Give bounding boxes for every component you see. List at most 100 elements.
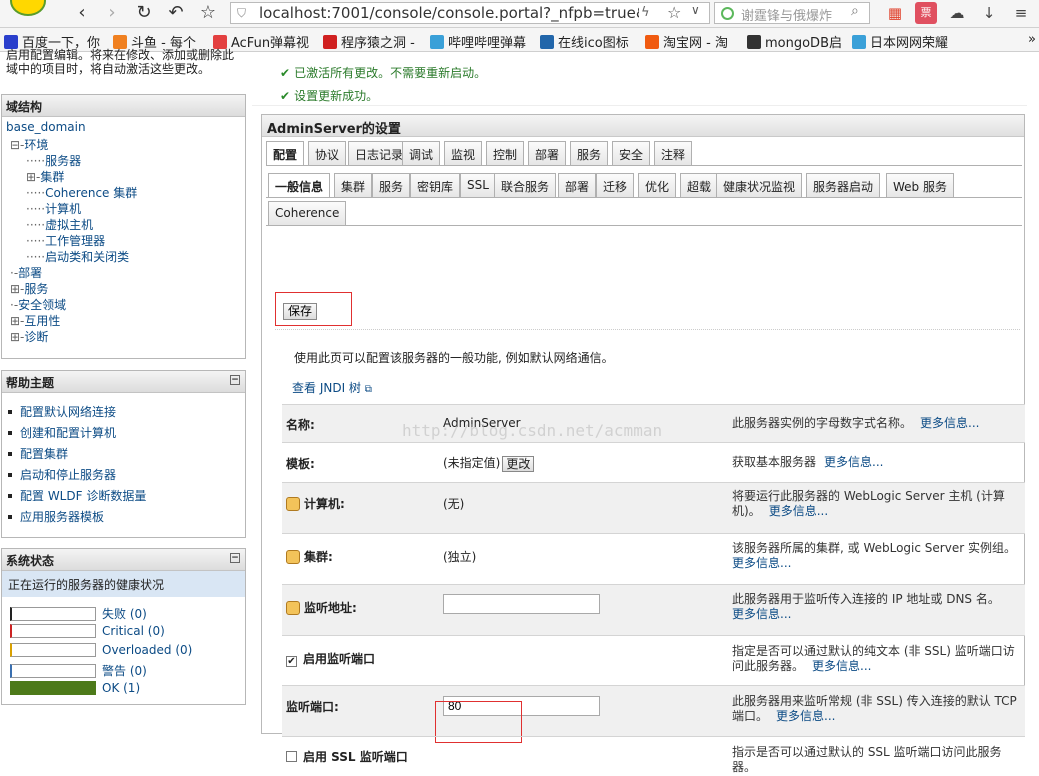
- chevron-down-icon[interactable]: ∨: [691, 3, 700, 17]
- more-info-link[interactable]: 更多信息...: [732, 556, 791, 570]
- bookmark-item[interactable]: 日本网网荣耀: [852, 32, 948, 51]
- secondary-tab[interactable]: 服务器启动: [806, 173, 881, 197]
- tree-node-label[interactable]: 计算机: [45, 202, 81, 216]
- tree-node[interactable]: ·····启动类和关闭类: [26, 248, 129, 265]
- more-info-link[interactable]: 更多信息...: [776, 709, 835, 723]
- secondary-tab[interactable]: 部署: [558, 173, 597, 197]
- bookmark-item[interactable]: 在线ico图标: [540, 32, 629, 51]
- tree-node[interactable]: ·····Coherence 集群: [26, 184, 137, 201]
- more-info-link[interactable]: 更多信息...: [920, 416, 979, 430]
- more-info-link[interactable]: 更多信息...: [769, 504, 828, 518]
- help-topic-link[interactable]: 应用服务器模板: [8, 508, 104, 525]
- primary-tab[interactable]: 配置: [266, 141, 305, 165]
- tree-node-label[interactable]: 集群: [40, 170, 64, 184]
- secondary-tab[interactable]: SSL: [460, 173, 496, 197]
- tree-node-label[interactable]: 虚拟主机: [45, 218, 93, 232]
- bookmark-item[interactable]: 淘宝网 - 淘: [645, 32, 728, 51]
- secondary-tab[interactable]: 密钥库: [410, 173, 461, 197]
- tree-node-label[interactable]: 服务: [24, 282, 48, 296]
- forward-icon[interactable]: ›: [100, 2, 124, 24]
- status-label[interactable]: 警告 (0): [102, 664, 147, 678]
- jndi-tree-link[interactable]: 查看 JNDI 树 ⧉: [292, 379, 372, 396]
- undo-icon[interactable]: ↶: [164, 2, 188, 24]
- change-template-button[interactable]: 更改: [502, 455, 535, 472]
- lightning-icon[interactable]: ϟ: [641, 5, 650, 20]
- tree-node-label[interactable]: 服务器: [45, 154, 81, 168]
- primary-tab[interactable]: 调试: [402, 141, 441, 165]
- primary-tab[interactable]: 日志记录: [348, 141, 411, 165]
- primary-tab[interactable]: 服务: [570, 141, 609, 165]
- primary-tab[interactable]: 安全: [612, 141, 651, 165]
- favorite-star-icon[interactable]: ☆: [196, 2, 220, 24]
- search-icon[interactable]: ⌕: [851, 3, 859, 19]
- search-box[interactable]: 谢霆锋与俄爆炸 ⌕: [714, 2, 870, 24]
- secondary-tab[interactable]: 服务: [372, 173, 411, 197]
- listen-address-input[interactable]: [443, 594, 600, 614]
- help-topic-label[interactable]: 创建和配置计算机: [20, 426, 116, 440]
- secondary-tab[interactable]: 迁移: [596, 173, 635, 197]
- ssl-port-enabled-checkbox[interactable]: [286, 751, 297, 762]
- primary-tab[interactable]: 控制: [486, 141, 525, 165]
- tree-node[interactable]: ·····虚拟主机: [26, 216, 93, 233]
- bookmark-label[interactable]: 程序猿之洞 -: [341, 36, 415, 51]
- more-info-link[interactable]: 更多信息...: [732, 607, 791, 621]
- secondary-tab[interactable]: 集群: [334, 173, 373, 197]
- tree-node-label[interactable]: 诊断: [24, 330, 48, 344]
- tree-node[interactable]: ·-安全领域: [10, 296, 66, 313]
- reload-icon[interactable]: ↻: [132, 2, 156, 24]
- tree-node-label[interactable]: 互用性: [24, 314, 60, 328]
- status-label[interactable]: Overloaded (0): [102, 643, 192, 657]
- bookmark-item[interactable]: 程序猿之洞 -: [323, 32, 415, 51]
- tree-node-label[interactable]: 工作管理器: [45, 234, 105, 248]
- tree-node-label[interactable]: 环境: [24, 138, 48, 152]
- tree-node[interactable]: ·····计算机: [26, 200, 81, 217]
- help-topic-link[interactable]: 配置 WLDF 诊断数据量: [8, 487, 146, 504]
- more-info-link[interactable]: 更多信息...: [812, 659, 871, 673]
- help-topic-label[interactable]: 配置集群: [20, 447, 68, 461]
- help-topic-label[interactable]: 配置默认网络连接: [20, 405, 116, 419]
- cloud-icon[interactable]: ☁: [946, 2, 968, 24]
- bookmark-label[interactable]: 日本网网荣耀: [870, 36, 948, 51]
- tree-node[interactable]: ⊟-环境: [10, 136, 48, 153]
- secondary-tab[interactable]: 健康状况监视: [716, 173, 803, 197]
- address-bar[interactable]: ⛉ localhost:7001/console/console.portal?…: [230, 2, 710, 24]
- help-topic-label[interactable]: 启动和停止服务器: [20, 468, 116, 482]
- tree-node[interactable]: ·····工作管理器: [26, 232, 105, 249]
- apps-grid-icon[interactable]: ▦: [884, 2, 906, 24]
- bookmark-item[interactable]: mongoDB启: [747, 32, 842, 51]
- external-link-icon[interactable]: ⧉: [365, 384, 372, 395]
- tree-node[interactable]: ⊞-服务: [10, 280, 48, 297]
- url-text[interactable]: localhost:7001/console/console.portal?_n…: [259, 4, 639, 22]
- status-label[interactable]: Critical (0): [102, 624, 165, 638]
- tree-node-label[interactable]: 部署: [18, 266, 42, 280]
- menu-icon[interactable]: ≡: [1010, 2, 1032, 24]
- help-topic-link[interactable]: 启动和停止服务器: [8, 466, 116, 483]
- coupon-icon[interactable]: 票: [915, 2, 937, 24]
- tree-node[interactable]: ⊞-互用性: [10, 312, 60, 329]
- download-icon[interactable]: ↓: [978, 2, 1000, 24]
- bookmark-label[interactable]: mongoDB启: [765, 36, 842, 51]
- bookmark-item[interactable]: 哔哩哔哩弹幕: [430, 32, 526, 51]
- back-icon[interactable]: ‹: [70, 2, 94, 24]
- bookmark-star-icon[interactable]: ☆: [667, 3, 681, 22]
- bookmark-label[interactable]: 淘宝网 - 淘: [663, 36, 728, 51]
- bookmark-label[interactable]: 哔哩哔哩弹幕: [448, 36, 526, 51]
- primary-tab[interactable]: 注释: [654, 141, 693, 165]
- tree-node-label[interactable]: 启动类和关闭类: [45, 250, 129, 264]
- secondary-tab[interactable]: 联合服务: [494, 173, 557, 197]
- tree-node[interactable]: ·····服务器: [26, 152, 81, 169]
- bookmarks-overflow-icon[interactable]: »: [1028, 32, 1036, 47]
- secondary-tab[interactable]: Web 服务: [886, 173, 954, 197]
- tree-node[interactable]: ⊞-集群: [26, 168, 64, 185]
- tree-node-label[interactable]: 安全领域: [18, 298, 66, 312]
- save-button[interactable]: 保存: [283, 303, 318, 320]
- minimize-icon[interactable]: −: [230, 375, 240, 385]
- secondary-tab[interactable]: 超载: [680, 173, 719, 197]
- jndi-link-label[interactable]: 查看 JNDI 树: [292, 381, 361, 395]
- primary-tab[interactable]: 协议: [308, 141, 347, 165]
- tree-node[interactable]: ·-部署: [10, 264, 42, 281]
- search-placeholder[interactable]: 谢霆锋与俄爆炸: [741, 5, 849, 24]
- tree-node-label[interactable]: Coherence 集群: [45, 186, 137, 200]
- status-label[interactable]: OK (1): [102, 681, 140, 695]
- bookmark-label[interactable]: 在线ico图标: [558, 36, 629, 51]
